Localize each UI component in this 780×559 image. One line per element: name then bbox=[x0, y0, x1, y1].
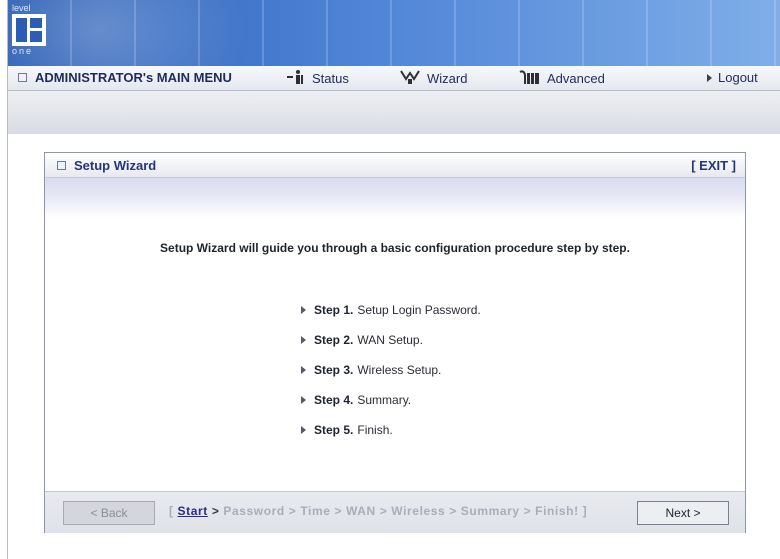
step-text: WAN Setup. bbox=[357, 333, 423, 347]
step-number: Step 2. bbox=[314, 333, 354, 347]
wizard-footer: < Back [ Start > Password > Time > WAN >… bbox=[45, 491, 745, 533]
main-menu-bar: ADMINISTRATOR's MAIN MENU Status Wizard … bbox=[8, 66, 780, 91]
logo-top-text: level bbox=[12, 3, 31, 13]
status-menu-label: Status bbox=[312, 71, 349, 86]
logo-bottom-text: one bbox=[12, 46, 34, 56]
next-button[interactable]: Next > bbox=[637, 501, 729, 525]
logout-label: Logout bbox=[718, 70, 758, 85]
wizard-menu-link[interactable]: Wizard bbox=[400, 70, 467, 87]
breadcrumb-separator: > bbox=[211, 504, 220, 518]
header-banner: level one bbox=[8, 0, 780, 66]
advanced-tools-icon bbox=[518, 70, 540, 87]
admin-main-menu-label: ADMINISTRATOR's MAIN MENU bbox=[35, 70, 232, 85]
banner-stripes bbox=[8, 0, 780, 66]
step-item-3: Step 3. Wireless Setup. bbox=[301, 355, 481, 385]
panel-title: Setup Wizard bbox=[57, 158, 156, 173]
step-list: Step 1. Setup Login Password. Step 2. WAN … bbox=[301, 295, 481, 445]
step-item-5: Step 5. Finish. bbox=[301, 415, 481, 445]
panel-shade bbox=[45, 178, 745, 218]
advanced-menu-label: Advanced bbox=[547, 71, 605, 86]
step-item-1: Step 1. Setup Login Password. bbox=[301, 295, 481, 325]
exit-link[interactable]: [ EXIT ] bbox=[691, 158, 736, 173]
step-number: Step 5. bbox=[314, 423, 354, 437]
wizard-intro-text: Setup Wizard will guide you through a ba… bbox=[160, 241, 630, 255]
step-text: Summary. bbox=[357, 393, 412, 407]
step-item-4: Step 4. Summary. bbox=[301, 385, 481, 415]
breadcrumb-open: [ bbox=[169, 504, 174, 518]
triangle-right-icon bbox=[301, 396, 306, 404]
levelone-logo: level one bbox=[12, 4, 50, 56]
step-number: Step 1. bbox=[314, 303, 354, 317]
wizard-menu-label: Wizard bbox=[427, 71, 468, 86]
page-left-border bbox=[0, 0, 8, 559]
triangle-right-icon bbox=[301, 366, 306, 374]
triangle-right-icon bbox=[301, 426, 306, 434]
breadcrumb-close: ] bbox=[582, 504, 588, 518]
logo-mark bbox=[12, 14, 46, 46]
logout-link[interactable]: Logout bbox=[707, 70, 758, 85]
status-menu-link[interactable]: Status bbox=[287, 70, 349, 87]
panel-header: Setup Wizard [ EXIT ] bbox=[45, 153, 745, 178]
square-bullet-icon bbox=[18, 73, 27, 82]
step-text: Wireless Setup. bbox=[357, 363, 442, 377]
step-text: Setup Login Password. bbox=[357, 303, 481, 317]
setup-wizard-panel: Setup Wizard [ EXIT ] Setup Wizard will … bbox=[44, 152, 746, 533]
triangle-right-icon bbox=[301, 306, 306, 314]
step-item-2: Step 2. WAN Setup. bbox=[301, 325, 481, 355]
step-text: Finish. bbox=[357, 423, 393, 437]
back-button[interactable]: < Back bbox=[63, 501, 155, 525]
square-bullet-icon bbox=[57, 161, 66, 170]
triangle-right-icon bbox=[707, 73, 712, 82]
status-person-icon bbox=[287, 70, 305, 87]
admin-main-menu-link[interactable]: ADMINISTRATOR's MAIN MENU bbox=[18, 70, 232, 85]
breadcrumb-current-start[interactable]: Start bbox=[178, 504, 208, 518]
step-number: Step 4. bbox=[314, 393, 354, 407]
panel-title-text: Setup Wizard bbox=[74, 158, 157, 173]
step-number: Step 3. bbox=[314, 363, 354, 377]
wizard-breadcrumb: [ Start > Password > Time > WAN > Wirele… bbox=[169, 504, 587, 518]
breadcrumb-remaining-steps: Password > Time > WAN > Wireless > Summa… bbox=[223, 504, 579, 518]
wizard-icon bbox=[400, 70, 420, 87]
subheader-band bbox=[8, 91, 780, 134]
advanced-menu-link[interactable]: Advanced bbox=[518, 70, 605, 87]
triangle-right-icon bbox=[301, 336, 306, 344]
